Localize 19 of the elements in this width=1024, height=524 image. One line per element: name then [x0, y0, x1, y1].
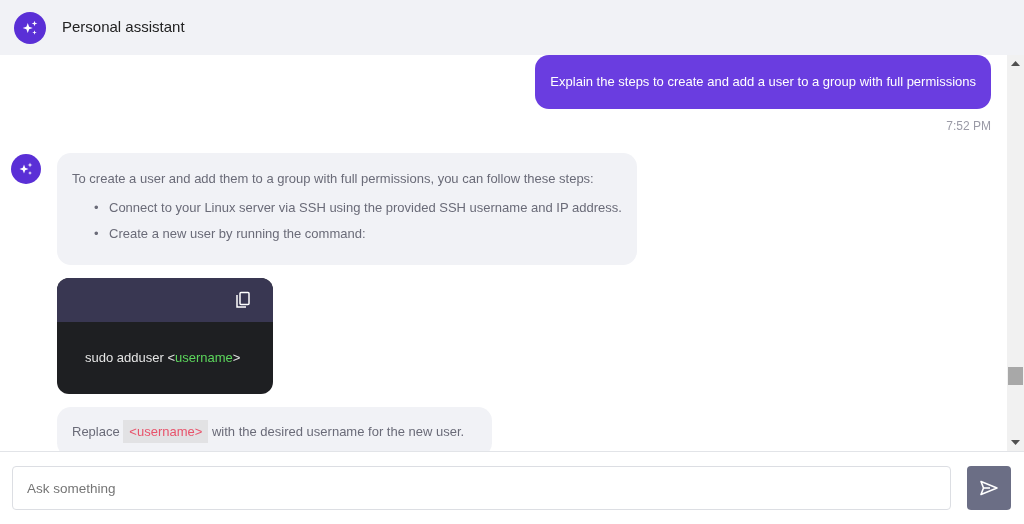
code-text: sudo adduser <username> [85, 350, 241, 365]
sparkle-icon [21, 18, 39, 37]
scrollbar[interactable] [1007, 55, 1024, 451]
bullet: • [94, 224, 100, 243]
scroll-up-icon[interactable] [1011, 61, 1020, 66]
message-text: To create a user and add them to a group with full permissions, you can follow these steps: [72, 169, 595, 188]
send-button[interactable] [967, 466, 1011, 510]
send-icon [979, 480, 999, 496]
bullet: • [94, 199, 100, 217]
message-time: 7:52 PM [946, 117, 991, 135]
scroll-down-icon[interactable] [1011, 440, 1020, 445]
copy-icon[interactable] [235, 291, 251, 309]
chat-title: Personal assistant [62, 17, 185, 38]
message-text: Replace <username> with the desired username for the new user. [72, 421, 465, 441]
user-message: Explain the steps to create and add a user to a group with full permissions [535, 55, 991, 109]
scroll-thumb[interactable] [1008, 366, 1023, 385]
list-item: Connect to your Linux server via SSH using the provided SSH username and IP address. [109, 199, 622, 217]
list-item: Create a new user by running the command: [109, 224, 366, 243]
message-input[interactable]: Ask something [12, 466, 951, 510]
